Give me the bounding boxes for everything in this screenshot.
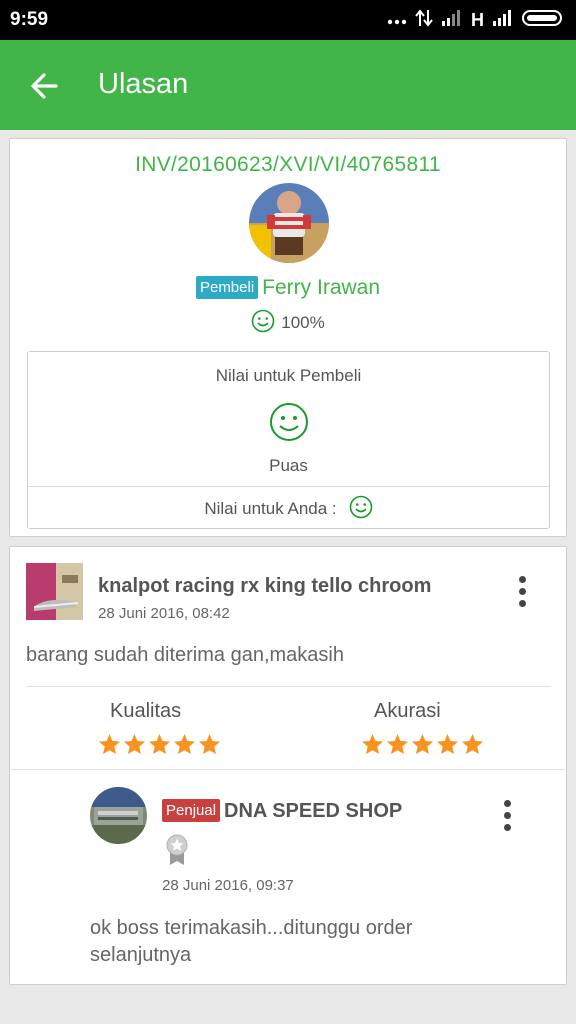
star-icon bbox=[461, 733, 484, 755]
product-name[interactable]: knalpot racing rx king tello chroom bbox=[98, 575, 431, 598]
buyer-info: Pembeli Ferry Irawan bbox=[10, 276, 566, 300]
quality-label: Kualitas bbox=[110, 700, 182, 722]
star-icon bbox=[411, 733, 434, 755]
seller-info: Penjual DNA SPEED SHOP bbox=[162, 799, 402, 823]
network-type: H bbox=[471, 9, 484, 30]
smile-icon bbox=[251, 309, 275, 333]
invoice-number[interactable]: INV/20160623/XVI/VI/40765811 bbox=[10, 153, 566, 177]
seller-avatar[interactable] bbox=[90, 787, 147, 844]
buyer-name[interactable]: Ferry Irawan bbox=[262, 276, 380, 299]
status-icons: H bbox=[387, 8, 564, 32]
dot bbox=[503, 811, 511, 819]
star-icon bbox=[98, 733, 121, 755]
accuracy-stars bbox=[361, 733, 484, 755]
back-button[interactable] bbox=[24, 65, 66, 107]
transaction-card: INV/20160623/XVI/VI/40765811 Pembeli Ferr… bbox=[9, 138, 567, 537]
rating-for-you-label: Nilai untuk Anda : bbox=[204, 499, 337, 518]
divider bbox=[28, 486, 549, 487]
signal-icon-2 bbox=[492, 9, 514, 32]
reply-date: 28 Juni 2016, 09:37 bbox=[162, 877, 294, 894]
data-transfer-icon bbox=[415, 8, 433, 33]
app-bar: Ulasan bbox=[0, 40, 576, 130]
battery-icon bbox=[522, 9, 564, 32]
review-text: barang sudah diterima gan,makasih bbox=[26, 644, 344, 666]
smile-large-icon bbox=[269, 402, 309, 447]
seller-badge: Penjual bbox=[162, 799, 221, 822]
reply-more-button[interactable] bbox=[495, 795, 519, 835]
rating-result: Puas bbox=[269, 456, 308, 475]
divider bbox=[26, 686, 551, 687]
product-thumbnail[interactable] bbox=[26, 563, 83, 620]
rating-title: Nilai untuk Pembeli bbox=[215, 366, 362, 385]
review-date: 28 Juni 2016, 08:42 bbox=[98, 605, 230, 622]
dot bbox=[518, 587, 526, 595]
reply-text: ok boss terimakasih...ditunggu order sel… bbox=[90, 917, 413, 966]
more-dots-icon bbox=[387, 10, 407, 31]
page-title: Ulasan bbox=[98, 68, 189, 100]
smile-icon bbox=[349, 495, 372, 519]
star-icon bbox=[148, 733, 171, 755]
dot bbox=[503, 823, 511, 831]
dot bbox=[518, 599, 526, 607]
reputation-percent: 100% bbox=[281, 313, 325, 332]
status-bar: 9:59 H bbox=[0, 0, 576, 40]
star-icon bbox=[436, 733, 459, 755]
star-icon bbox=[198, 733, 221, 755]
status-time: 9:59 bbox=[10, 9, 49, 30]
signal-icon bbox=[441, 9, 463, 32]
rating-box: Nilai untuk Pembeli Puas Nilai untuk And… bbox=[27, 351, 550, 529]
review-card: knalpot racing rx king tello chroom 28 J… bbox=[9, 546, 567, 985]
review-more-button[interactable] bbox=[510, 571, 534, 611]
accuracy-label: Akurasi bbox=[374, 700, 441, 722]
dot bbox=[503, 799, 511, 807]
seller-name[interactable]: DNA SPEED SHOP bbox=[224, 800, 402, 822]
star-icon bbox=[173, 733, 196, 755]
medal-icon bbox=[165, 834, 189, 871]
quality-stars bbox=[98, 733, 221, 755]
divider bbox=[10, 769, 566, 770]
buyer-badge: Pembeli bbox=[195, 276, 259, 299]
star-icon bbox=[123, 733, 146, 755]
dot bbox=[518, 575, 526, 583]
star-icon bbox=[361, 733, 384, 755]
star-icon bbox=[386, 733, 409, 755]
buyer-reputation: 100% bbox=[10, 309, 566, 333]
rating-for-you: Nilai untuk Anda : bbox=[28, 495, 549, 519]
arrow-left-icon bbox=[31, 73, 58, 99]
buyer-avatar[interactable] bbox=[249, 183, 329, 263]
